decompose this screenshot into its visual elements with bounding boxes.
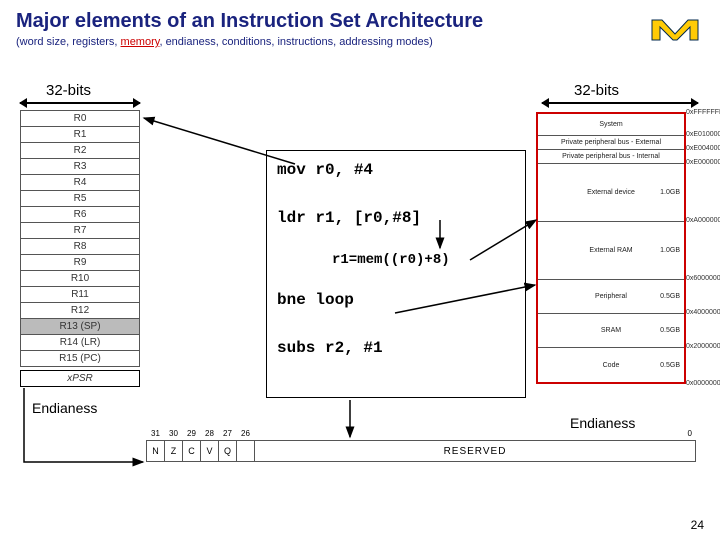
- register-r9: R9: [20, 255, 140, 271]
- register-r3: R3: [20, 159, 140, 175]
- register-width-arrow: [20, 102, 140, 104]
- register-r12: R12: [20, 303, 140, 319]
- register-r4: R4: [20, 175, 140, 191]
- register-r14lr: R14 (LR): [20, 335, 140, 351]
- slide-subtitle: (word size, registers, memory, endianess…: [16, 36, 433, 48]
- michigan-logo: [650, 10, 700, 44]
- psr-register: N31Z30C29V28Q2726RESERVED0: [146, 440, 696, 462]
- annotation-r1: r1=mem((r0)+8): [332, 252, 450, 268]
- code-line-1: mov r0, #4: [277, 161, 515, 179]
- code-line-4: subs r2, #1: [277, 339, 515, 357]
- register-r10: R10: [20, 271, 140, 287]
- memory-map: System0xFFFFFFFFPrivate peripheral bus -…: [536, 112, 686, 384]
- psr-reserved: RESERVED0: [254, 440, 696, 462]
- code-listing: mov r0, #4 ldr r1, [r0,#8] bne loop subs…: [266, 150, 526, 398]
- endianess-label-right: Endianess: [570, 415, 635, 431]
- register-r5: R5: [20, 191, 140, 207]
- mem-region-0: System0xFFFFFFFF: [538, 114, 684, 136]
- mem-region-1: Private peripheral bus - External0xE0100…: [538, 136, 684, 150]
- psr-flag-c: C29: [182, 440, 200, 462]
- psr-bit-26: 26: [236, 440, 254, 462]
- memory-width-label: 32-bits: [574, 82, 619, 99]
- register-r1: R1: [20, 127, 140, 143]
- psr-flag-z: Z30: [164, 440, 182, 462]
- register-file: R0R1R2R3R4R5R6R7R8R9R10R11R12R13 (SP)R14…: [20, 110, 140, 387]
- register-r6: R6: [20, 207, 140, 223]
- mem-region-5: Peripheral0.5GB0x60000000: [538, 280, 684, 314]
- register-xpsr: xPSR: [20, 370, 140, 387]
- page-number: 24: [691, 518, 704, 532]
- register-r0: R0: [20, 110, 140, 127]
- register-r2: R2: [20, 143, 140, 159]
- subtitle-post: , endianess, conditions, instructions, a…: [159, 36, 432, 48]
- memory-width-arrow: [542, 102, 698, 104]
- register-r7: R7: [20, 223, 140, 239]
- register-width-label: 32-bits: [46, 82, 91, 99]
- register-r13sp: R13 (SP): [20, 319, 140, 335]
- mem-region-2: Private peripheral bus - Internal0xE0040…: [538, 150, 684, 164]
- register-r11: R11: [20, 287, 140, 303]
- psr-flag-v: V28: [200, 440, 218, 462]
- psr-flag-n: N31: [146, 440, 164, 462]
- code-line-3: bne loop: [277, 291, 515, 309]
- mem-region-6: SRAM0.5GB0x40000000: [538, 314, 684, 348]
- slide-title: Major elements of an Instruction Set Arc…: [16, 10, 483, 33]
- subtitle-pre: (word size, registers,: [16, 36, 121, 48]
- register-r15pc: R15 (PC): [20, 351, 140, 367]
- mem-region-4: External RAM1.0GB0xA0000000: [538, 222, 684, 280]
- subtitle-mem: memory: [121, 36, 160, 48]
- code-line-2: ldr r1, [r0,#8]: [277, 209, 515, 227]
- register-r8: R8: [20, 239, 140, 255]
- endianess-label-left: Endianess: [32, 400, 97, 416]
- mem-region-3: External device1.0GB0xE0000000: [538, 164, 684, 222]
- psr-flag-q: Q27: [218, 440, 236, 462]
- mem-region-7: Code0.5GB0x200000000x00000000: [538, 348, 684, 382]
